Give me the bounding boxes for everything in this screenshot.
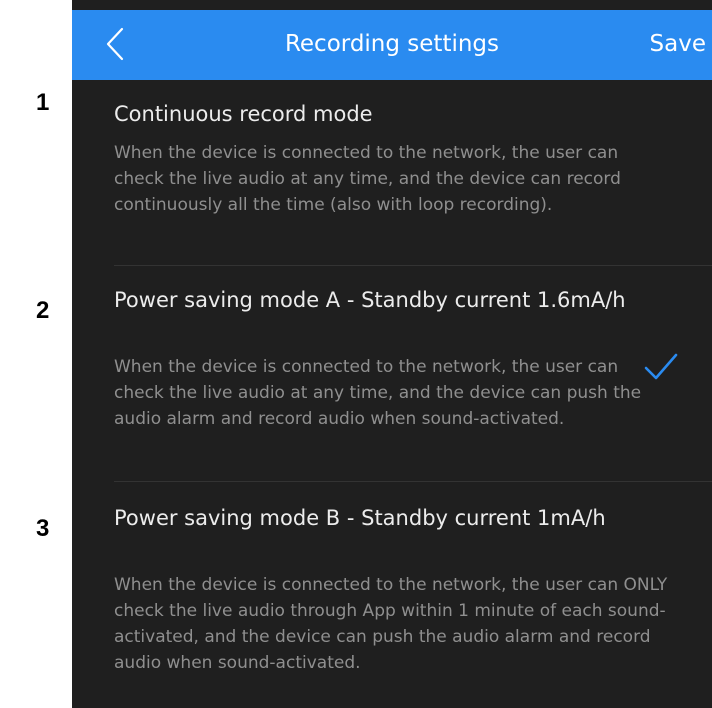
app-header: Recording settings Save — [72, 10, 712, 80]
phone-screen: Recording settings Save Continuous recor… — [72, 0, 712, 708]
mode-title: Power saving mode B - Standby current 1m… — [114, 506, 606, 530]
mode-option-continuous[interactable]: Continuous record mode When the device i… — [72, 80, 712, 266]
save-button[interactable]: Save — [650, 30, 706, 58]
step-number-2: 2 — [36, 297, 50, 324]
mode-title: Continuous record mode — [114, 102, 373, 126]
mode-description: When the device is connected to the netw… — [114, 575, 668, 673]
screenshot-canvas: 1 2 3 Recording settings Save Continuous… — [0, 0, 712, 708]
step-number-1: 1 — [36, 89, 50, 116]
page-title: Recording settings — [284, 31, 500, 57]
check-icon — [644, 353, 678, 380]
mode-option-power-saving-b[interactable]: Power saving mode B - Standby current 1m… — [72, 482, 712, 708]
mode-title: Power saving mode A - Standby current 1.… — [114, 288, 626, 312]
mode-description: When the device is connected to the netw… — [114, 143, 621, 215]
step-number-3: 3 — [36, 515, 50, 542]
mode-description: When the device is connected to the netw… — [114, 357, 642, 429]
mode-option-power-saving-a[interactable]: Power saving mode A - Standby current 1.… — [72, 266, 712, 482]
